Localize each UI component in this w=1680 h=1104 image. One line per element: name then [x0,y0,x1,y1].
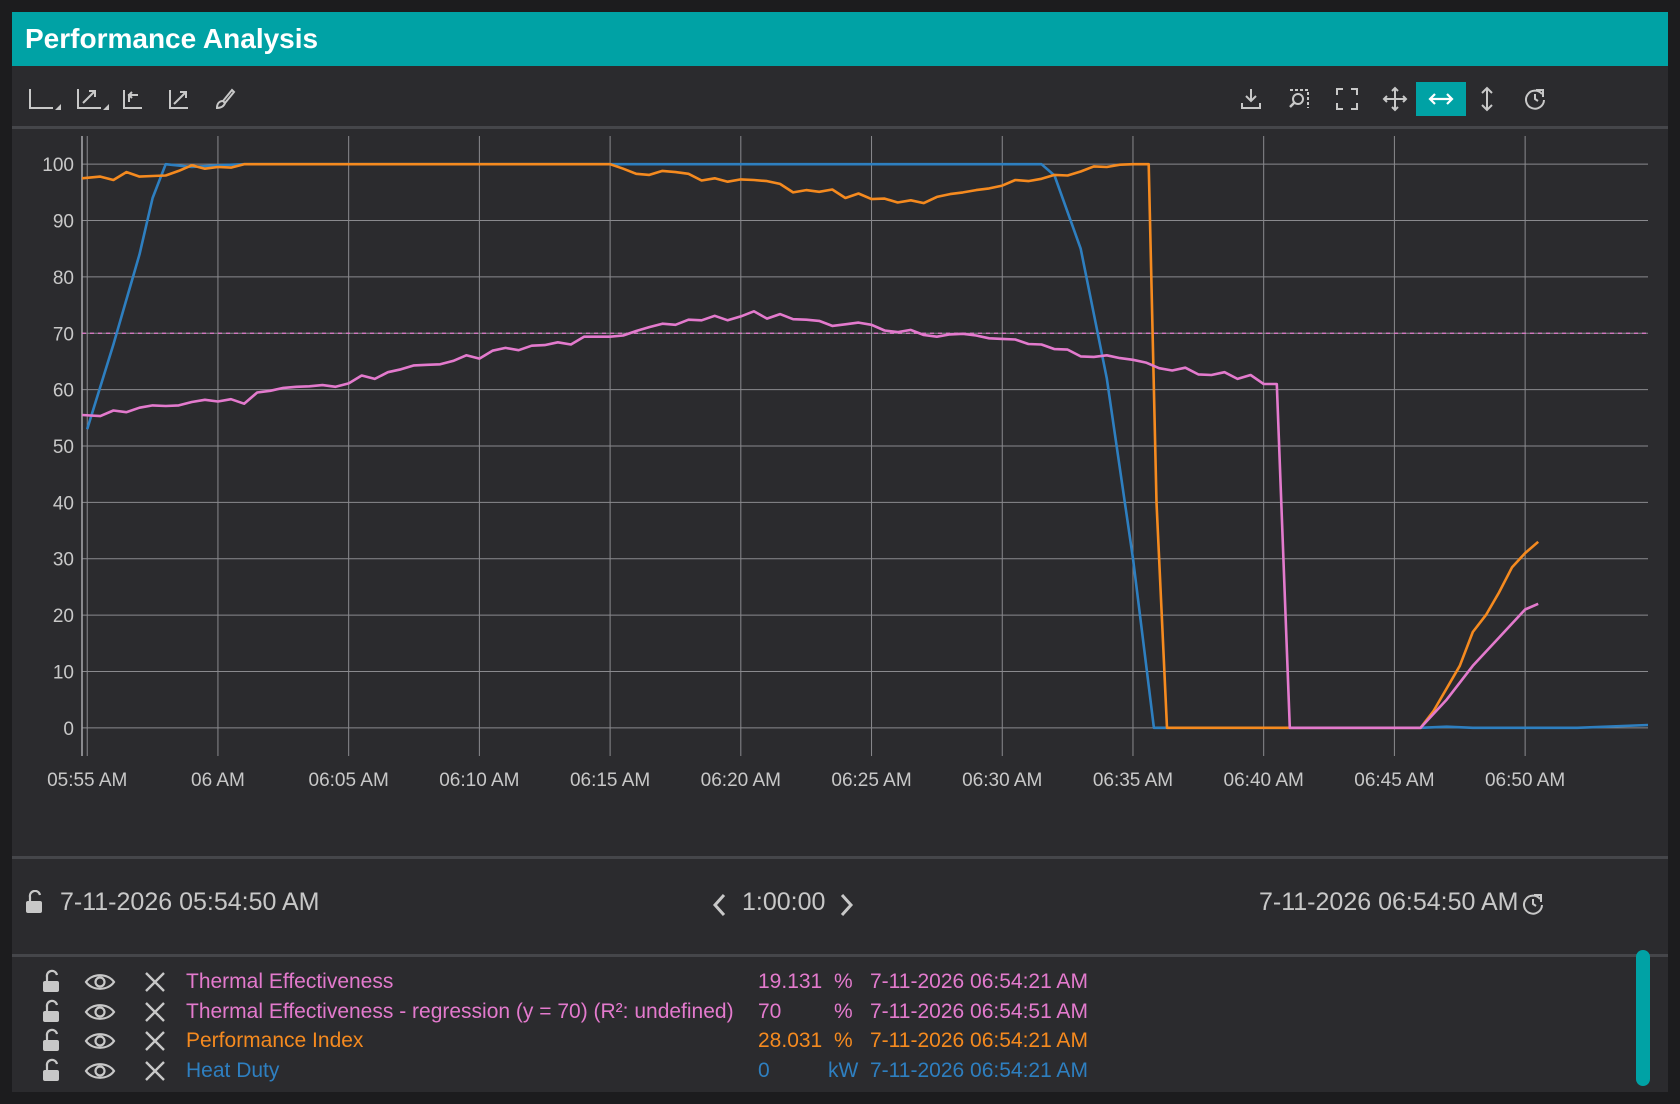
x-tick-label: 06:40 AM [1224,770,1304,791]
x-tick-label: 06:20 AM [701,770,781,791]
series-name[interactable]: Performance Index [186,1029,363,1053]
remove-series-icon[interactable] [142,1028,168,1054]
eye-icon[interactable] [84,969,116,995]
x-tick-label: 06:45 AM [1354,770,1434,791]
series-unit: % [834,970,853,993]
remove-series-icon[interactable] [142,999,168,1025]
axis-scale-icon[interactable] [70,82,114,116]
lock-open-icon[interactable] [38,999,64,1025]
performance-analysis-panel: Performance Analysis 0 10 20 30 40 50 60… [12,12,1668,1092]
legend-row: Performance Index 28.031 % 7-11-2026 06:… [12,1027,1632,1057]
y-tick-label: 60 [53,381,74,402]
horizontal-zoom-icon[interactable] [1416,82,1466,116]
series-unit: % [834,1000,853,1023]
zoom-select-icon[interactable] [1282,82,1316,116]
lock-open-icon[interactable] [38,969,64,995]
toolbar-divider [12,126,1668,129]
lock-open-icon[interactable] [38,1028,64,1054]
eye-icon[interactable] [84,1028,116,1054]
series-unit: kW [828,1059,859,1082]
y-tick-label: 100 [42,155,74,176]
chart-toolbar [12,74,1668,126]
legend-row: Thermal Effectiveness 19.131 % 7-11-2026… [12,968,1632,998]
lock-open-icon[interactable] [24,889,46,916]
lock-open-icon[interactable] [38,1058,64,1084]
series-unit: % [834,1029,853,1052]
series-value: 19.131 [758,970,823,993]
chart-divider [12,856,1668,859]
y-tick-label: 0 [63,719,74,740]
y-tick-label: 70 [53,324,74,345]
x-tick-label: 06:35 AM [1093,770,1173,791]
chart-canvas[interactable]: 0 10 20 30 40 50 60 70 80 90 100 05:55 AM 06 AM 06:05… [12,130,1668,852]
eye-icon[interactable] [84,1058,116,1084]
series-value: 70 [758,1000,782,1023]
series-name[interactable]: Heat Duty [186,1059,279,1083]
time-range-bar: 7-11-2026 05:54:50 AM 1:00:00 7-11-2026 … [12,860,1668,954]
series-value: 0 [758,1059,770,1082]
eye-icon[interactable] [84,999,116,1025]
series-timestamp: 7-11-2026 06:54:21 AM [870,1029,1088,1052]
series-name[interactable]: Thermal Effectiveness - regression (y = … [186,1000,734,1024]
expand-axes-icon[interactable] [162,82,196,116]
x-tick-label: 06:25 AM [831,770,911,791]
pan-icon[interactable] [1378,82,1412,116]
y-tick-label: 40 [53,493,74,514]
x-tick-label: 06 AM [191,770,245,791]
y-tick-label: 10 [53,662,74,683]
y-tick-label: 20 [53,606,74,627]
refresh-icon[interactable] [1518,82,1552,116]
axis-reset-icon[interactable] [116,82,150,116]
chevron-right-icon[interactable] [836,892,856,918]
series-name[interactable]: Thermal Effectiveness [186,970,393,994]
y-tick-label: 80 [53,268,74,289]
legend-scrollbar[interactable] [1636,950,1650,1086]
remove-series-icon[interactable] [142,969,168,995]
x-tick-label: 06:10 AM [439,770,519,791]
chevron-left-icon[interactable] [710,892,730,918]
y-tick-label: 30 [53,550,74,571]
x-tick-label: 06:50 AM [1485,770,1565,791]
series-timestamp: 7-11-2026 06:54:21 AM [870,1059,1088,1082]
download-icon[interactable] [1234,82,1268,116]
series-timestamp: 7-11-2026 06:54:21 AM [870,970,1088,993]
x-tick-label: 06:05 AM [309,770,389,791]
range-duration[interactable]: 1:00:00 [742,888,825,917]
refresh-icon[interactable] [1520,891,1546,917]
x-tick-label: 06:15 AM [570,770,650,791]
range-start[interactable]: 7-11-2026 05:54:50 AM [60,888,319,917]
x-tick-label: 05:55 AM [47,770,127,791]
legend-row: Thermal Effectiveness - regression (y = … [12,998,1632,1028]
remove-series-icon[interactable] [142,1058,168,1084]
panel-title: Performance Analysis [12,12,1668,66]
y-tick-label: 50 [53,437,74,458]
legend-divider [12,954,1668,957]
axis-select-icon[interactable] [22,82,66,116]
series-legend: Thermal Effectiveness 19.131 % 7-11-2026… [12,960,1668,1092]
range-end[interactable]: 7-11-2026 06:54:50 AM [1259,888,1518,917]
fullscreen-icon[interactable] [1330,82,1364,116]
line-chart[interactable]: 0 10 20 30 40 50 60 70 80 90 100 05:55 AM 06 AM 06:05… [12,130,1668,852]
series-value: 28.031 [758,1029,823,1052]
vertical-zoom-icon[interactable] [1470,82,1504,116]
legend-row: Heat Duty 0 kW 7-11-2026 06:54:21 AM [12,1057,1632,1087]
brush-icon[interactable] [208,82,242,116]
x-tick-label: 06:30 AM [962,770,1042,791]
y-tick-label: 90 [53,212,74,233]
series-timestamp: 7-11-2026 06:54:51 AM [870,1000,1088,1023]
